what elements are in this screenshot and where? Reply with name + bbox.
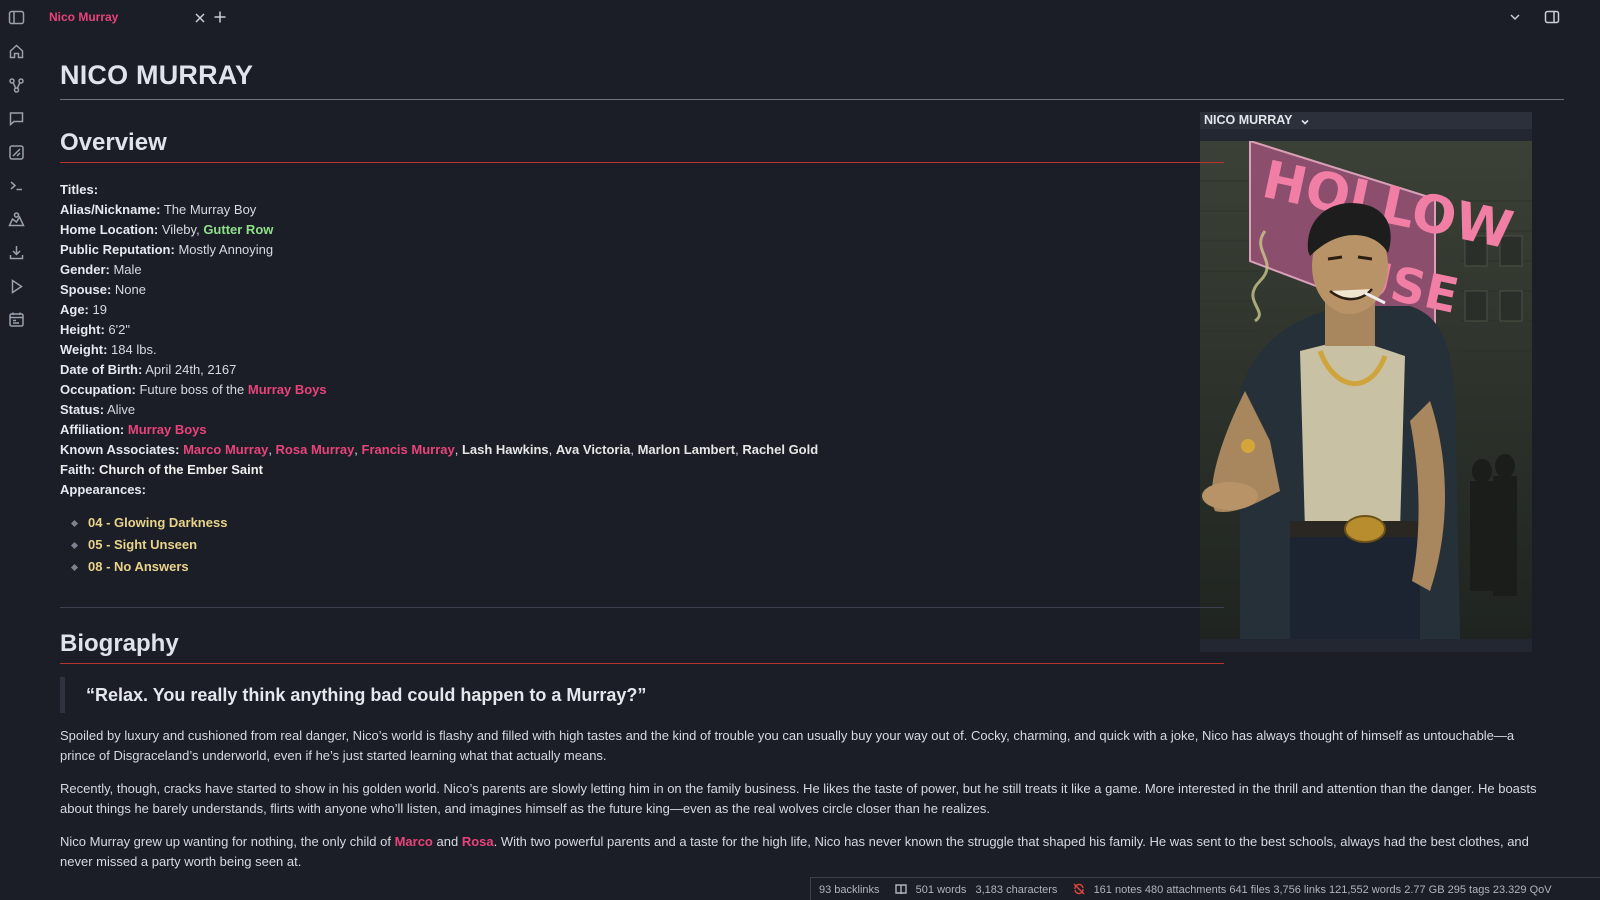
page-title: NICO MURRAY [60,55,1564,100]
link-church-of-the-ember-saint[interactable]: Church of the Ember Saint [99,462,263,477]
chevron-down-icon[interactable] [1300,116,1310,126]
biography-paragraph-1: Spoiled by luxury and cushioned from rea… [60,728,1515,763]
field-weight: Weight: 184 lbs. [60,342,157,357]
link-ava-victoria[interactable]: Ava Victoria [556,442,630,457]
link-murray-boys[interactable]: Murray Boys [248,382,327,397]
link-rosa-murray[interactable]: Rosa Murray [276,442,355,457]
biography-quote: “Relax. You really think anything bad co… [60,677,1224,713]
comment-icon[interactable] [8,110,25,127]
tab-nico-murray[interactable]: Nico Murray [42,6,205,30]
list-item: 04 - Glowing Darkness [72,512,1224,534]
field-status: Status: Alive [60,402,136,417]
field-appearances: Appearances: [60,482,146,497]
calendar-icon[interactable] [8,311,25,328]
link-marco-murray[interactable]: Marco Murray [183,442,268,457]
field-known-associates: Known Associates: Marco Murray, Rosa Mur… [60,442,819,457]
field-gender: Gender: Male [60,262,142,277]
divider [60,607,1224,608]
canvas-icon[interactable] [8,144,25,161]
tab-title[interactable]: Nico Murray [49,10,118,24]
link-appearance[interactable]: 05 - Sight Unseen [88,537,197,552]
field-spouse: Spouse: None [60,282,146,297]
field-alias: Alias/Nickname: The Murray Boy [60,202,257,217]
link-gutter-row[interactable]: Gutter Row [203,222,273,237]
biography-heading: Biography [60,626,1224,664]
vault-stats: 161 notes 480 attachments 641 files 3,75… [1093,884,1552,896]
sidebar-toggle-icon[interactable] [8,9,25,26]
field-titles: Titles: [60,182,99,197]
link-marco[interactable]: Marco [395,834,433,849]
biography-paragraph-3: Nico Murray grew up wanting for nothing,… [60,834,1529,869]
map-icon[interactable] [8,211,25,228]
word-count: 501 words [915,884,967,896]
link-appearance[interactable]: 08 - No Answers [88,559,189,574]
field-age: Age: 19 [60,302,107,317]
status-bar: 93 backlinks 501 words 3,183 characters … [810,877,1600,900]
infobox: NICO MURRAY HOLLOW USE [1200,112,1532,652]
field-home-location: Home Location: Vileby, Gutter Row [60,222,274,237]
appearances-list: 04 - Glowing Darkness 05 - Sight Unseen … [72,512,1224,578]
list-item: 08 - No Answers [72,556,1224,578]
link-rosa[interactable]: Rosa [462,834,494,849]
right-sidebar-toggle-icon[interactable] [1544,9,1560,25]
close-icon[interactable] [193,11,207,25]
list-item: 05 - Sight Unseen [72,534,1224,556]
link-lash-hawkins[interactable]: Lash Hawkins [462,442,549,457]
field-faith: Faith: Church of the Ember Saint [60,462,263,477]
character-count: 3,183 characters [975,884,1058,896]
tab-bar: Nico Murray [33,0,1600,36]
field-public-reputation: Public Reputation: Mostly Annoying [60,242,274,257]
download-icon[interactable] [8,244,25,261]
field-date-of-birth: Date of Birth: April 24th, 2167 [60,362,237,377]
home-icon[interactable] [8,43,25,60]
field-height: Height: 6'2" [60,322,130,337]
book-icon[interactable] [894,883,907,895]
sync-off-icon[interactable] [1073,883,1085,895]
main-column: Overview Titles: Alias/Nickname: The Mur… [60,125,1537,872]
character-portrait: HOLLOW USE [1200,141,1532,639]
field-affiliation: Affiliation: Murray Boys [60,422,207,437]
new-tab-icon[interactable] [213,10,227,24]
biography-paragraph-2: Recently, though, cracks have started to… [60,781,1537,816]
link-rachel-gold[interactable]: Rachel Gold [742,442,818,457]
backlinks-count[interactable]: 93 backlinks [819,884,880,896]
left-ribbon [0,0,33,900]
link-murray-boys[interactable]: Murray Boys [128,422,207,437]
terminal-icon[interactable] [8,177,25,194]
play-icon[interactable] [8,278,25,295]
chevron-down-icon[interactable] [1507,9,1523,25]
overview-heading: Overview [60,125,1224,163]
field-occupation: Occupation: Future boss of the Murray Bo… [60,382,327,397]
graph-view-icon[interactable] [8,77,25,94]
link-francis-murray[interactable]: Francis Murray [362,442,455,457]
overview-fields: Titles: Alias/Nickname: The Murray Boy H… [60,180,1224,500]
link-appearance[interactable]: 04 - Glowing Darkness [88,515,227,530]
note-content: NICO MURRAY NICO MURRAY HOLLOW USE Overv… [60,55,1564,900]
infobox-header[interactable]: NICO MURRAY [1200,112,1532,129]
link-marlon-lambert[interactable]: Marlon Lambert [638,442,736,457]
